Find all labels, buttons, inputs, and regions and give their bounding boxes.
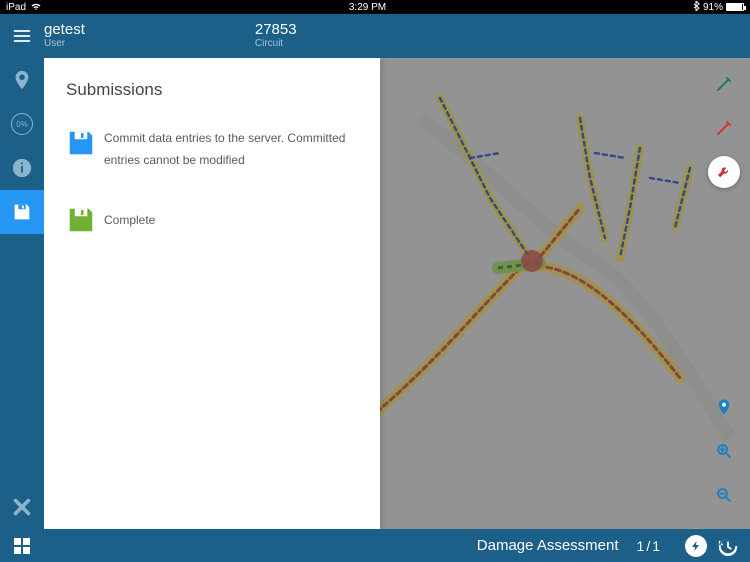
wand-icon <box>715 75 733 93</box>
menu-button[interactable] <box>0 14 44 58</box>
history-icon <box>717 535 739 557</box>
user-block: getest User <box>44 22 85 49</box>
app-topbar: getest User 27853 Circuit <box>0 14 750 58</box>
info-icon <box>11 157 33 179</box>
battery-icon <box>726 3 744 11</box>
zoom-out-icon <box>715 486 733 504</box>
statusbar-time: 3:29 PM <box>42 2 693 13</box>
pin-user-icon <box>715 398 733 416</box>
bottom-bar: Damage Assessment 1/1 <box>0 529 750 562</box>
user-label: User <box>44 39 85 50</box>
commit-text: Commit data entries to the server. Commi… <box>104 128 362 171</box>
commit-action[interactable]: Commit data entries to the server. Commi… <box>66 128 362 171</box>
map-wand-button[interactable] <box>708 68 740 100</box>
wifi-icon <box>30 1 42 14</box>
submissions-panel: Submissions Commit data entries to the s… <box>44 58 380 529</box>
pin-icon <box>11 69 33 91</box>
page-current: 1 <box>637 538 647 554</box>
nav-progress[interactable]: 0% <box>0 102 44 146</box>
panel-title: Submissions <box>66 80 362 100</box>
battery-text: 91% <box>703 2 723 13</box>
mode-title: Damage Assessment <box>477 537 619 554</box>
bolt-icon <box>690 540 702 552</box>
map-zoom-out-button[interactable] <box>708 479 740 511</box>
user-name: getest <box>44 22 85 38</box>
nav-cancel[interactable] <box>0 485 44 529</box>
map-canvas[interactable] <box>380 58 750 529</box>
save-icon <box>11 201 33 223</box>
zoom-in-icon <box>715 442 733 460</box>
page-total: 1 <box>652 538 662 554</box>
device-label: iPad <box>6 2 26 13</box>
progress-ring-icon: 0% <box>11 113 33 135</box>
bluetooth-icon <box>693 1 700 14</box>
ios-statusbar: iPad 3:29 PM 91% <box>0 0 750 14</box>
circuit-block: 27853 Circuit <box>255 22 297 49</box>
map-edit-button[interactable] <box>708 112 740 144</box>
nav-info[interactable] <box>0 146 44 190</box>
complete-action[interactable]: Complete <box>66 205 362 235</box>
grid-icon <box>13 537 31 555</box>
progress-text: 0% <box>16 120 28 129</box>
map-tools-button[interactable] <box>708 156 740 188</box>
statusbar-right: 91% <box>693 1 744 14</box>
statusbar-left: iPad <box>6 1 42 14</box>
close-icon <box>11 496 33 518</box>
nav-submit[interactable] <box>0 190 44 234</box>
page-indicator: 1/1 <box>637 538 662 554</box>
circuit-label: Circuit <box>255 39 297 50</box>
nav-location[interactable] <box>0 58 44 102</box>
complete-text: Complete <box>104 213 155 227</box>
map-zoom-in-button[interactable] <box>708 435 740 467</box>
map-lines <box>380 58 750 529</box>
side-nav: 0% <box>0 58 44 529</box>
pencil-icon <box>715 119 733 137</box>
complete-save-icon <box>66 205 96 235</box>
wrench-icon <box>715 163 733 181</box>
map-mylocation-button[interactable] <box>708 391 740 423</box>
hamburger-icon <box>12 26 32 46</box>
apps-button[interactable] <box>8 532 36 560</box>
commit-save-icon <box>66 128 96 158</box>
circuit-id: 27853 <box>255 22 297 38</box>
history-button[interactable] <box>714 532 742 560</box>
flash-button[interactable] <box>682 532 710 560</box>
